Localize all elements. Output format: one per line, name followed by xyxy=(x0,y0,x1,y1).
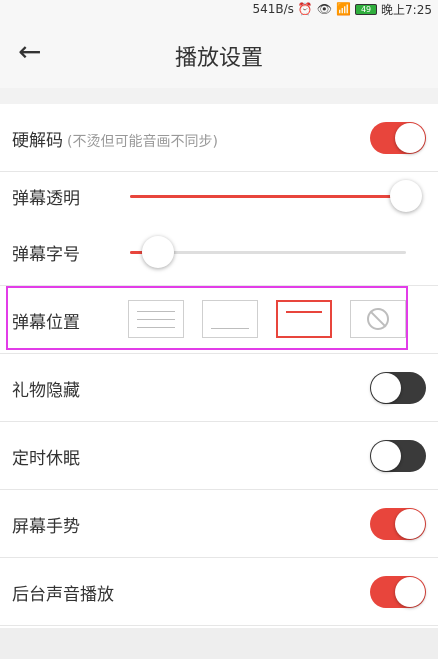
clock: 晚上7:25 xyxy=(381,2,432,17)
sleep-timer-toggle[interactable] xyxy=(370,440,426,472)
bottom-line-icon xyxy=(211,328,249,329)
danmaku-font-size-label: 弹幕字号 xyxy=(12,245,80,265)
app-bar: ← 播放设置 xyxy=(0,18,438,88)
bottom-area xyxy=(0,628,438,659)
toggle-knob xyxy=(395,509,425,539)
hw-decode-title: 硬解码 xyxy=(12,131,63,151)
danmaku-opacity-slider[interactable] xyxy=(130,180,422,212)
network-speed: 541B/s xyxy=(252,2,294,16)
full-line-icon xyxy=(137,311,175,312)
position-bottom-option[interactable] xyxy=(202,300,258,338)
background-audio-toggle[interactable] xyxy=(370,576,426,608)
ban-icon xyxy=(367,308,389,330)
setting-row-danmaku-font-size: 弹幕字号 xyxy=(0,218,438,286)
setting-row-background-audio: 后台声音播放 xyxy=(0,558,438,626)
hide-gifts-label: 礼物隐藏 xyxy=(12,381,80,401)
background-audio-label: 后台声音播放 xyxy=(12,585,114,605)
full-line-icon xyxy=(137,327,175,328)
toggle-knob xyxy=(395,123,425,153)
setting-row-danmaku-position: 弹幕位置 xyxy=(0,286,438,354)
danmaku-font-size-slider[interactable] xyxy=(130,236,406,268)
position-full-option[interactable] xyxy=(128,300,184,338)
slider-fill xyxy=(130,195,406,198)
slider-thumb[interactable] xyxy=(141,236,174,268)
eye-icon: 👁 xyxy=(316,2,333,16)
sleep-timer-label: 定时休眠 xyxy=(12,449,80,469)
danmaku-opacity-label: 弹幕透明 xyxy=(12,189,80,209)
alarm-icon: ⏰ xyxy=(297,2,313,16)
hw-decode-toggle[interactable] xyxy=(370,122,426,154)
toggle-knob xyxy=(371,441,401,471)
status-bar: 541B/s ⏰ 👁 📶 49 晚上7:25 xyxy=(0,0,438,18)
toggle-knob xyxy=(371,373,401,403)
hw-decode-hint: (不烫但可能音画不同步) xyxy=(67,134,218,150)
hw-decode-label: 硬解码 (不烫但可能音画不同步) xyxy=(12,126,218,151)
page-title: 播放设置 xyxy=(174,46,263,71)
toggle-knob xyxy=(395,577,425,607)
top-line-icon xyxy=(286,311,322,313)
screen-gestures-toggle[interactable] xyxy=(370,508,426,540)
wifi-icon: 📶 xyxy=(336,2,352,16)
setting-row-sleep-timer: 定时休眠 xyxy=(0,422,438,490)
danmaku-position-label: 弹幕位置 xyxy=(12,313,80,333)
danmaku-position-options xyxy=(128,300,406,340)
settings-list: 硬解码 (不烫但可能音画不同步) 弹幕透明 弹幕字号 弹幕位置 礼物隐藏 定时休… xyxy=(0,104,438,628)
slider-thumb[interactable] xyxy=(390,180,422,212)
position-top-option[interactable] xyxy=(276,300,332,338)
setting-row-hide-gifts: 礼物隐藏 xyxy=(0,354,438,422)
battery-icon: 49 xyxy=(355,3,378,15)
full-line-icon xyxy=(137,319,175,320)
battery-level: 49 xyxy=(360,4,372,14)
position-off-option[interactable] xyxy=(350,300,406,338)
setting-row-screen-gestures: 屏幕手势 xyxy=(0,490,438,558)
screen-gestures-label: 屏幕手势 xyxy=(12,517,80,537)
hide-gifts-toggle[interactable] xyxy=(370,372,426,404)
